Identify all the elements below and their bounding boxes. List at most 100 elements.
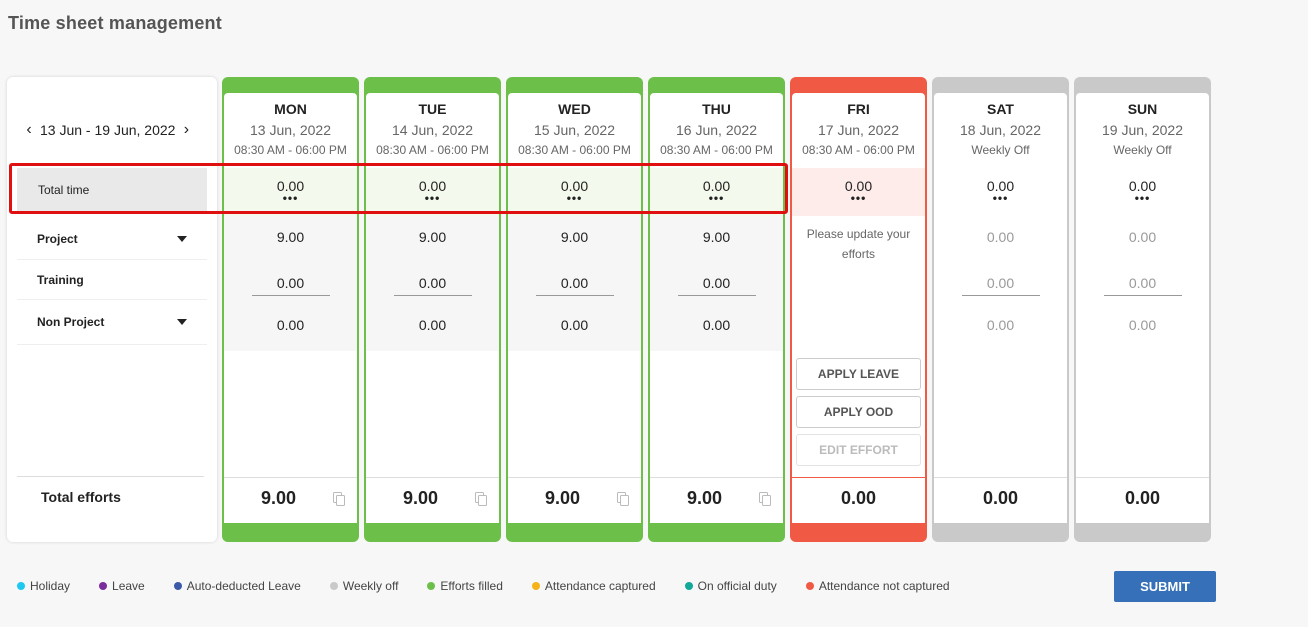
project-value: 9.00 — [560, 229, 589, 245]
non-project-expand-caret-icon[interactable] — [177, 319, 187, 325]
legend-item-attendance-captured: Attendance captured — [531, 579, 656, 593]
project-value: 0.00 — [986, 229, 1015, 245]
apply-ood-button[interactable]: APPLY OOD — [796, 396, 921, 428]
day-column-thu: THU 16 Jun, 2022 08:30 AM - 06:00 PM 0.0… — [648, 77, 785, 542]
submit-button[interactable]: SUBMIT — [1114, 571, 1216, 602]
day-shift: 08:30 AM - 06:00 PM — [376, 143, 489, 157]
training-value[interactable]: 0.00 — [1103, 275, 1182, 296]
more-options-icon[interactable]: ••• — [934, 192, 1067, 204]
training-value[interactable]: 0.00 — [961, 275, 1040, 296]
row-labels-panel: ‹ 13 Jun - 19 Jun, 2022 › Total time Pro… — [7, 77, 217, 542]
day-footer: 9.00 — [366, 477, 499, 523]
legend-item-weekly-off: Weekly off — [329, 579, 398, 593]
training-input[interactable]: 0.00 — [934, 275, 1067, 296]
row-label-total-time: Total time — [17, 168, 207, 212]
day-shift: 08:30 AM - 06:00 PM — [660, 143, 773, 157]
day-name: WED — [558, 101, 591, 117]
day-shift: 08:30 AM - 06:00 PM — [234, 143, 347, 157]
non-project-value: 0.00 — [986, 317, 1015, 333]
copy-icon[interactable] — [759, 492, 771, 506]
day-column-sat: SAT 18 Jun, 2022 Weekly Off 0.00 ••• 0.00… — [932, 77, 1069, 542]
attendance-not-captured-dot-icon — [805, 582, 814, 590]
day-date: 18 Jun, 2022 — [960, 122, 1041, 138]
legend-item-efforts-filled: Efforts filled — [427, 579, 503, 593]
copy-icon[interactable] — [475, 492, 487, 506]
total-efforts-value: 9.00 — [260, 488, 297, 508]
training-input[interactable]: 0.00 — [224, 275, 357, 296]
day-footer: 0.00 — [792, 477, 925, 523]
week-range: 13 Jun - 19 Jun, 2022 — [40, 122, 176, 138]
chevron-right-icon[interactable]: › — [179, 121, 193, 139]
total-efforts-value: 0.00 — [840, 488, 877, 508]
training-input[interactable]: 0.00 — [650, 275, 783, 296]
total-efforts-value: 0.00 — [1124, 488, 1161, 508]
day-footer: 9.00 — [508, 477, 641, 523]
day-footer: 9.00 — [650, 477, 783, 523]
day-footer: 0.00 — [934, 477, 1067, 523]
day-column-fri: FRI 17 Jun, 2022 08:30 AM - 06:00 PM 0.0… — [790, 77, 927, 542]
non-project-value: 0.00 — [276, 317, 305, 333]
status-legend: Holiday Leave Auto-deducted Leave Weekly… — [17, 579, 979, 593]
edit-effort-button[interactable]: EDIT EFFORT — [796, 434, 921, 466]
apply-leave-button[interactable]: APPLY LEAVE — [796, 358, 921, 390]
efforts-filled-dot-icon — [427, 582, 436, 590]
on-official-duty-dot-icon — [684, 582, 693, 590]
day-shift: 08:30 AM - 06:00 PM — [802, 143, 915, 157]
training-input[interactable]: 0.00 — [508, 275, 641, 296]
day-column-mon: MON 13 Jun, 2022 08:30 AM - 06:00 PM 0.0… — [222, 77, 359, 542]
total-efforts-value: 9.00 — [686, 488, 723, 508]
more-options-icon[interactable]: ••• — [224, 192, 357, 204]
day-name: TUE — [418, 101, 447, 117]
total-efforts-value: 0.00 — [982, 488, 1019, 508]
chevron-left-icon[interactable]: ‹ — [22, 121, 36, 139]
day-shift: 08:30 AM - 06:00 PM — [518, 143, 631, 157]
more-options-icon[interactable]: ••• — [508, 192, 641, 204]
total-time-cell: 0.00 ••• — [224, 168, 357, 216]
attendance-captured-dot-icon — [531, 582, 540, 590]
legend-item-auto-deducted-leave: Auto-deducted Leave — [173, 579, 301, 593]
holiday-dot-icon — [17, 582, 25, 590]
more-options-icon[interactable]: ••• — [650, 192, 783, 204]
more-options-icon[interactable]: ••• — [792, 192, 925, 204]
total-efforts-value: 9.00 — [544, 488, 581, 508]
training-value[interactable]: 0.00 — [393, 275, 472, 296]
day-date: 17 Jun, 2022 — [818, 122, 899, 138]
day-shift: Weekly Off — [1113, 143, 1172, 157]
more-options-icon[interactable]: ••• — [1076, 192, 1209, 204]
page-title: Time sheet management — [8, 13, 222, 33]
total-time-cell: 0.00 ••• — [650, 168, 783, 216]
weekly-off-dot-icon — [329, 582, 338, 590]
day-date: 13 Jun, 2022 — [250, 122, 331, 138]
row-label-training: Training — [17, 260, 207, 300]
total-time-cell: 0.00 ••• — [508, 168, 641, 216]
day-name: SUN — [1127, 101, 1158, 117]
non-project-value: 0.00 — [702, 317, 731, 333]
training-value[interactable]: 0.00 — [677, 275, 756, 296]
day-name: MON — [274, 101, 307, 117]
copy-icon[interactable] — [617, 492, 629, 506]
leave-dot-icon — [99, 582, 108, 590]
total-time-cell: 0.00 ••• — [1076, 168, 1209, 216]
project-expand-caret-icon[interactable] — [177, 236, 187, 242]
day-footer: 0.00 — [1076, 477, 1209, 523]
training-value[interactable]: 0.00 — [535, 275, 614, 296]
day-name: THU — [702, 101, 731, 117]
legend-item-holiday: Holiday — [17, 579, 70, 593]
training-label: Training — [37, 272, 84, 287]
day-shift: Weekly Off — [971, 143, 1030, 157]
more-options-icon[interactable]: ••• — [366, 192, 499, 204]
day-column-sun: SUN 19 Jun, 2022 Weekly Off 0.00 ••• 0.00… — [1074, 77, 1211, 542]
day-date: 16 Jun, 2022 — [676, 122, 757, 138]
training-input[interactable]: 0.00 — [366, 275, 499, 296]
day-name: SAT — [987, 101, 1014, 117]
day-column-tue: TUE 14 Jun, 2022 08:30 AM - 06:00 PM 0.0… — [364, 77, 501, 542]
row-label-project[interactable]: Project — [17, 219, 207, 260]
total-time-cell: 0.00 ••• — [366, 168, 499, 216]
training-value[interactable]: 0.00 — [251, 275, 330, 296]
training-input[interactable]: 0.00 — [1076, 275, 1209, 296]
total-efforts-label: Total efforts — [17, 476, 204, 505]
copy-icon[interactable] — [333, 492, 345, 506]
legend-item-attendance-not-captured: Attendance not captured — [805, 579, 950, 593]
project-value: 9.00 — [276, 229, 305, 245]
row-label-non-project[interactable]: Non Project — [17, 300, 207, 345]
